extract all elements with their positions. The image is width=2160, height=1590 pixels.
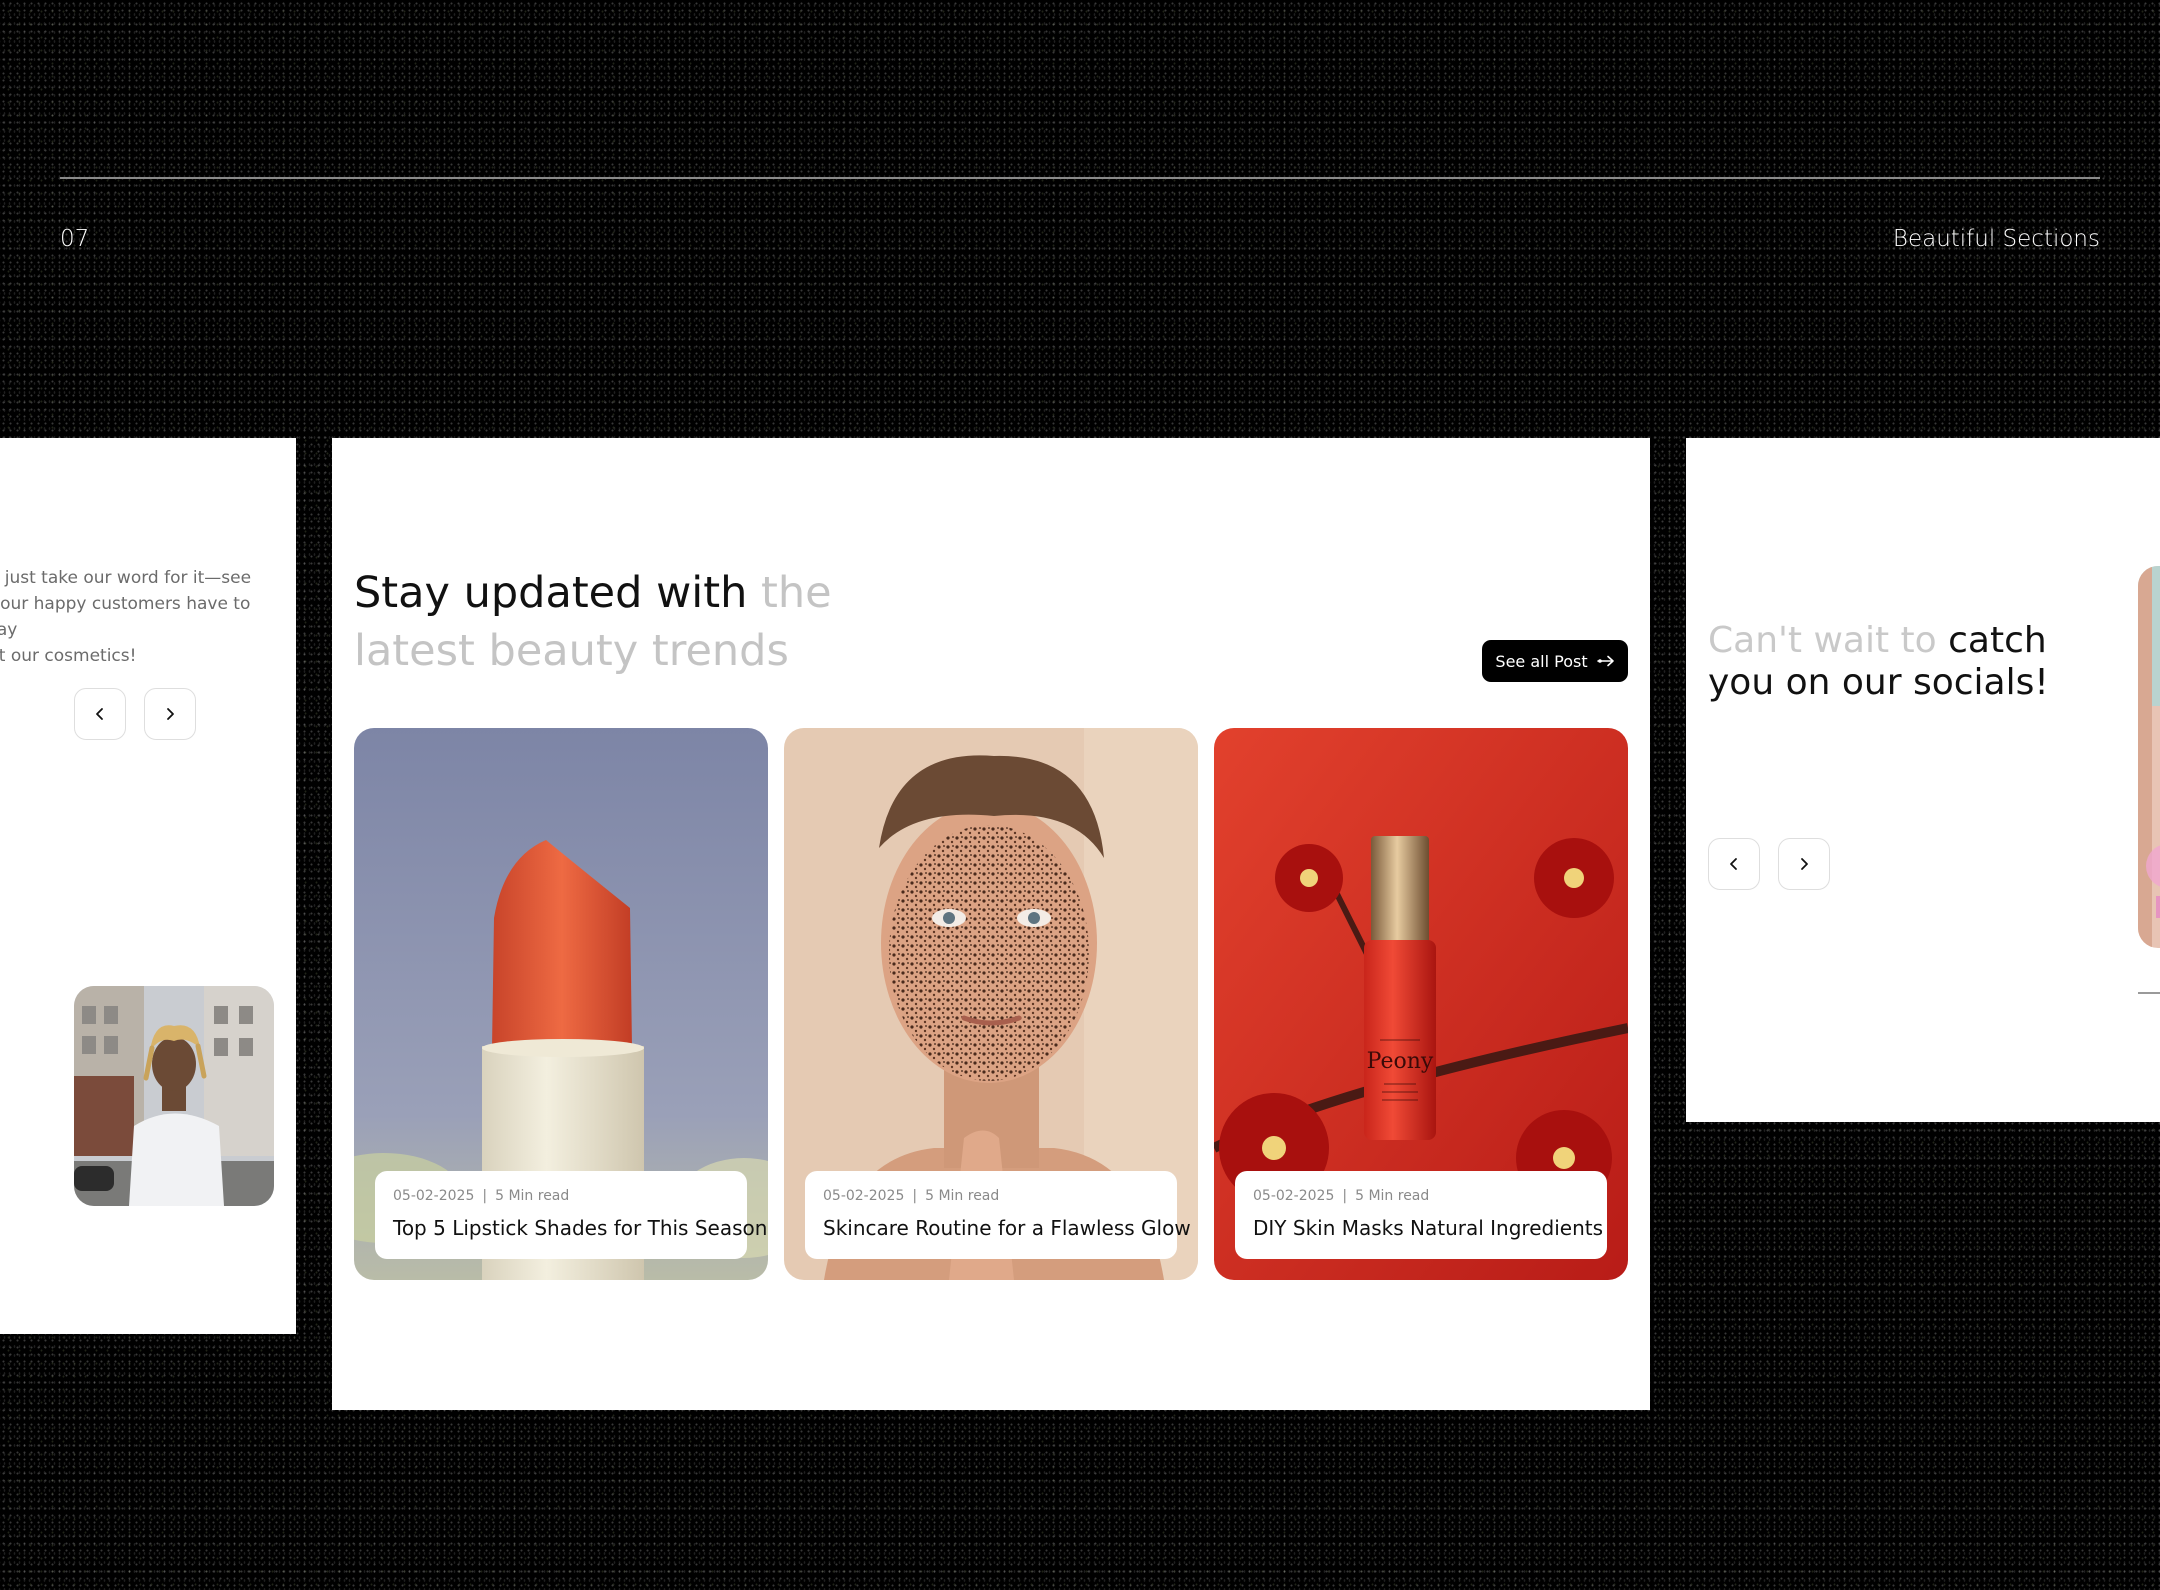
post-read-time: 5 Min read [925,1188,1000,1204]
testimonial-intro-text: 't just take our word for it—see t our h… [0,568,252,666]
section-caption: Beautiful Sections [1892,226,2100,252]
socials-heading: Can't wait to catch you on our socials! [1708,620,2088,704]
socials-prev-button[interactable] [1708,838,1760,890]
socials-next-button[interactable] [1778,838,1830,890]
post-read-time: 5 Min read [1355,1188,1430,1204]
post-date: 05-02-2025 [1253,1188,1335,1204]
arrow-right-icon [1596,655,1614,667]
social-post-image [2138,566,2160,948]
testimonial-next-button[interactable] [144,688,196,740]
socials-divider [2138,992,2160,994]
chevron-right-icon [167,708,174,720]
customer-photo [74,986,274,1206]
blog-post-card[interactable]: 05-02-2025 | 5 Min read Skincare Routine… [784,728,1198,1280]
post-info-box: 05-02-2025 | 5 Min read Top 5 Lipstick S… [375,1171,767,1259]
post-title[interactable]: Top 5 Lipstick Shades for This Season [393,1216,767,1240]
blog-post-card[interactable]: 05-02-2025 | 5 Min read Top 5 Lipstick S… [354,728,768,1280]
post-info-box: 05-02-2025 | 5 Min read Skincare Routine… [805,1171,1191,1259]
blog-heading-dark: Stay updated with [354,568,748,618]
post-title[interactable]: Skincare Routine for a Flawless Glow [823,1216,1191,1240]
socials-heading-faded: Can't wait to [1708,620,1937,661]
testimonial-card: 't just take our word for it—see t our h… [0,438,296,1334]
blog-section: Stay updated with the latest beauty tren… [332,438,1650,1410]
see-all-posts-button[interactable]: See all Post [1482,640,1628,682]
post-date: 05-02-2025 [823,1188,905,1204]
post-meta: 05-02-2025 | 5 Min read [393,1188,729,1204]
product-label: Peony [1367,1049,1434,1074]
page-number: 07 [60,226,90,252]
post-read-time: 5 Min read [495,1188,570,1204]
post-date: 05-02-2025 [393,1188,475,1204]
chevron-left-icon [96,708,103,720]
testimonial-prev-button[interactable] [74,688,126,740]
post-meta: 05-02-2025 | 5 Min read [823,1188,1159,1204]
post-info-box: 05-02-2025 | 5 Min read DIY Skin Masks N… [1235,1171,1607,1259]
blog-post-card[interactable]: Peony 05-02-2025 | 5 Min read DIY Skin M… [1214,728,1628,1280]
meta-separator: | [912,1188,918,1204]
socials-card: Can't wait to catch you on our socials! [1686,438,2160,1122]
post-title[interactable]: DIY Skin Masks Natural Ingredients [1253,1216,1603,1240]
chevron-left-icon [1730,858,1737,870]
post-meta: 05-02-2025 | 5 Min read [1253,1188,1589,1204]
chevron-right-icon [1801,858,1808,870]
meta-separator: | [1342,1188,1348,1204]
header-divider [60,177,2100,179]
meta-separator: | [482,1188,488,1204]
see-all-posts-label: See all Post [1495,651,1588,671]
blog-heading: Stay updated with the latest beauty tren… [354,564,874,680]
